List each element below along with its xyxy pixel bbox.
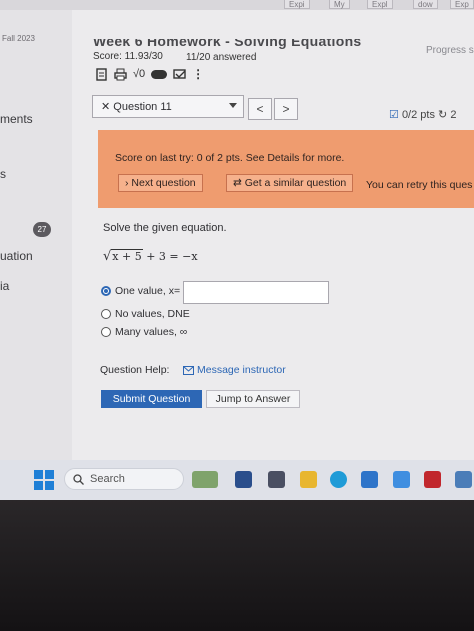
store-icon[interactable] xyxy=(361,471,378,488)
radio-button[interactable] xyxy=(101,327,111,337)
task-view-icon[interactable] xyxy=(235,471,252,488)
toolbar: √0 ⋮ xyxy=(95,66,204,82)
app-icon[interactable] xyxy=(455,471,472,488)
edge-browser-icon[interactable] xyxy=(330,471,347,488)
browser-tab[interactable]: Expi xyxy=(284,0,310,9)
progress-link[interactable]: Progress s xyxy=(426,45,474,56)
screen: Expi My Expl dow Exp Fall 2023 ments s 2… xyxy=(0,0,474,500)
question-prompt: Solve the given equation. xyxy=(103,222,227,234)
refresh-icon: ⇄ xyxy=(233,177,245,189)
checkbox-icon: ☑ xyxy=(389,109,399,121)
jump-to-answer-button[interactable]: Jump to Answer xyxy=(206,390,300,408)
retry-icon: ↻ xyxy=(438,109,448,121)
equation-rest: + 3 = −x xyxy=(142,250,198,263)
term-label: Fall 2023 xyxy=(2,34,35,43)
next-question-arrow-button[interactable]: > xyxy=(274,98,298,120)
previous-question-button[interactable]: < xyxy=(248,98,272,120)
option-no-values[interactable]: No values, DNE xyxy=(101,308,190,320)
score-text: Score: 11.93/30 xyxy=(93,51,163,62)
taskbar-search[interactable]: Search xyxy=(64,468,184,490)
similar-question-button[interactable]: ⇄ Get a similar question xyxy=(226,174,354,192)
mail-icon xyxy=(183,365,194,375)
message-instructor-label: Message instructor xyxy=(197,364,286,376)
monitor-bezel xyxy=(0,500,474,631)
app-l-icon[interactable] xyxy=(393,471,410,488)
option-label: Many values, ∞ xyxy=(115,326,188,338)
browser-tab[interactable]: Expl xyxy=(367,0,393,9)
document-icon[interactable] xyxy=(95,67,108,81)
option-one-value[interactable]: One value, x= xyxy=(101,285,180,297)
chevron-down-icon xyxy=(229,103,237,108)
similar-question-label: Get a similar question xyxy=(244,177,347,189)
windows-start-icon[interactable] xyxy=(34,470,54,490)
sidebar-item-equation[interactable]: uation xyxy=(0,249,33,263)
equation: √x + 5 + 3 = −x xyxy=(103,249,198,264)
answered-count: 11/20 answered xyxy=(186,52,257,63)
widgets-icon[interactable] xyxy=(192,471,218,488)
taskbar: Search xyxy=(0,460,474,500)
search-placeholder: Search xyxy=(90,473,125,485)
next-question-button[interactable]: › Next question xyxy=(118,174,203,192)
toggle-switch[interactable] xyxy=(151,69,168,79)
video-app-icon[interactable] xyxy=(268,471,285,488)
sidebar-item-assignments[interactable]: ments xyxy=(0,112,33,126)
radio-button-selected[interactable] xyxy=(101,286,111,296)
radicand: x + 5 xyxy=(111,249,143,263)
option-label: No values, DNE xyxy=(115,308,190,320)
submit-question-button[interactable]: Submit Question xyxy=(101,390,202,408)
message-instructor-link[interactable]: Message instructor xyxy=(183,364,286,376)
points-text: 0/2 pts xyxy=(401,109,435,121)
sidebar-item[interactable]: s xyxy=(0,167,6,181)
message-icon[interactable] xyxy=(173,68,186,81)
option-label: One value, x= xyxy=(115,285,181,297)
sidebar-item[interactable]: ia xyxy=(0,279,9,293)
browser-tab[interactable]: dow xyxy=(413,0,438,9)
browser-tab[interactable]: Exp xyxy=(450,0,474,9)
score-notice: Score on last try: 0 of 2 pts. See Detai… xyxy=(98,130,474,208)
option-many-values[interactable]: Many values, ∞ xyxy=(101,326,187,338)
file-explorer-icon[interactable] xyxy=(300,471,317,488)
print-icon[interactable] xyxy=(114,68,127,81)
answer-input[interactable] xyxy=(183,281,329,304)
mail-app-icon[interactable] xyxy=(424,471,441,488)
assignment-title: Week 6 Homework - Solving Equations xyxy=(93,33,362,49)
question-help-label: Question Help: xyxy=(100,364,170,376)
search-icon xyxy=(73,473,84,485)
points-indicator: ☑ 0/2 pts ↻ 2 xyxy=(389,108,456,121)
more-menu-icon[interactable]: ⋮ xyxy=(192,68,204,80)
browser-tab[interactable]: My xyxy=(329,0,350,9)
count-badge: 27 xyxy=(33,222,51,237)
math-palette-button[interactable]: √0 xyxy=(133,68,145,80)
browser-tab-strip: Expi My Expl dow Exp xyxy=(0,0,474,10)
retry-text: You can retry this ques xyxy=(366,179,473,191)
retries-count: 2 xyxy=(450,109,457,121)
question-select[interactable]: ✕ Question 11 xyxy=(92,95,244,118)
question-select-value: ✕ Question 11 xyxy=(101,101,172,113)
radio-button[interactable] xyxy=(101,309,111,319)
score-notice-text: Score on last try: 0 of 2 pts. See Detai… xyxy=(115,152,345,164)
